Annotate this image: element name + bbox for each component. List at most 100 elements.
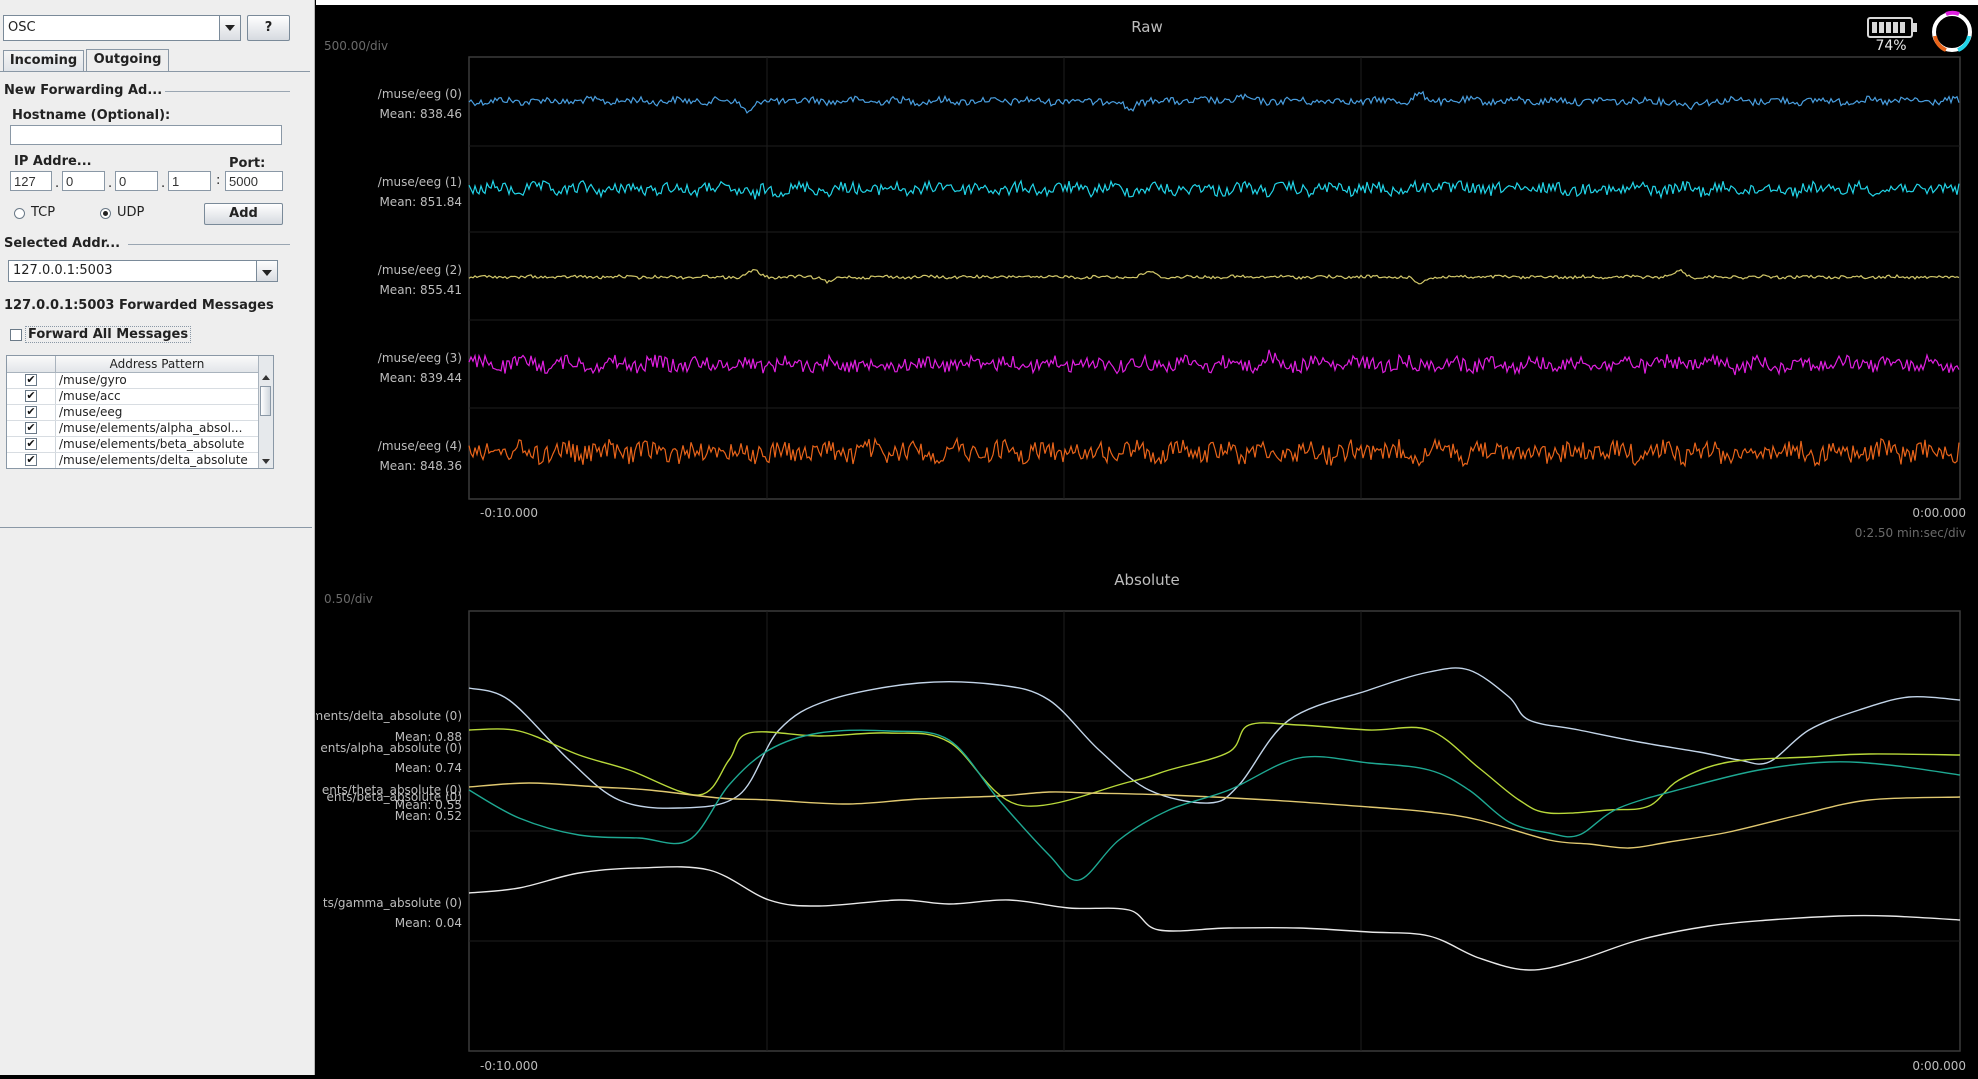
- chevron-down-icon[interactable]: [219, 16, 240, 40]
- table-cell-check: ✔: [7, 373, 56, 388]
- table-cell-check: ✔: [7, 453, 56, 468]
- udp-radio[interactable]: [100, 208, 111, 219]
- selected-address-title: Selected Addr...: [4, 236, 121, 251]
- raw-series-line: [468, 178, 1960, 200]
- absolute-series-mean: Mean: 0.52: [395, 809, 462, 823]
- raw-series-line: [468, 90, 1960, 114]
- tab-incoming[interactable]: Incoming: [3, 50, 84, 72]
- scroll-thumb[interactable]: [260, 386, 271, 416]
- absolute-series-name: ents/alpha_absolute (0): [320, 741, 462, 755]
- raw-channel-mean: Mean: 855.41: [379, 283, 462, 297]
- battery-percent: 74%: [1875, 38, 1906, 54]
- battery-icon: [1867, 17, 1917, 38]
- address-pattern-table: Address Pattern ✔ /muse/gyro ✔ /muse/acc ✔ /m…: [6, 355, 274, 469]
- tcp-radio[interactable]: [14, 208, 25, 219]
- absolute-series-mean: Mean: 0.74: [395, 761, 462, 775]
- port-label: Port:: [229, 156, 266, 171]
- absolute-x-end: 0:00.000: [1912, 1059, 1966, 1073]
- raw-channel-mean: Mean: 838.46: [379, 107, 462, 121]
- protocol-select-value: OSC: [8, 20, 36, 35]
- ip-octet-2-input[interactable]: [62, 171, 105, 191]
- row-checkbox[interactable]: ✔: [25, 454, 37, 466]
- ip-dot: .: [161, 176, 166, 191]
- hostname-input[interactable]: [10, 125, 282, 145]
- absolute-x-start: -0:10.000: [480, 1059, 538, 1073]
- raw-series-line: [468, 436, 1960, 468]
- table-row[interactable]: ✔ /muse/gyro: [7, 373, 259, 389]
- raw-channel-name: /muse/eeg (1): [378, 175, 462, 189]
- absolute-series-mean: Mean: 0.04: [395, 916, 462, 930]
- help-button[interactable]: ?: [247, 15, 290, 41]
- selected-address-select[interactable]: 127.0.0.1:5003: [8, 260, 278, 282]
- ip-octet-1-input[interactable]: [10, 171, 52, 191]
- tcp-label: TCP: [31, 205, 56, 220]
- port-colon: :: [216, 173, 221, 188]
- raw-channel-labels: /muse/eeg (0) Mean: 838.46/muse/eeg (1) Me…: [378, 87, 462, 473]
- scroll-up-icon[interactable]: [260, 372, 272, 384]
- panel-divider: [0, 527, 312, 528]
- ip-octet-4-input[interactable]: [168, 171, 211, 191]
- absolute-series-line: [468, 866, 1961, 971]
- absolute-title: Absolute: [1114, 571, 1180, 589]
- row-checkbox[interactable]: ✔: [25, 406, 37, 418]
- raw-channel-mean: Mean: 839.44: [379, 371, 462, 385]
- left-panel: OSC ? Incoming Outgoing New Forwarding A…: [0, 0, 315, 1075]
- address-pattern-cell: /muse/elements/alpha_absol...: [59, 421, 243, 435]
- raw-channel-mean: Mean: 848.36: [379, 459, 462, 473]
- table-cell-check: ✔: [7, 421, 56, 436]
- headset-status-icon: [1932, 10, 1972, 52]
- selected-address-value: 127.0.0.1:5003: [13, 263, 113, 278]
- row-checkbox[interactable]: ✔: [25, 438, 37, 450]
- tab-outgoing[interactable]: Outgoing: [86, 49, 169, 72]
- address-pattern-cell: /muse/elements/delta_absolute: [59, 453, 248, 467]
- add-button[interactable]: Add: [204, 203, 283, 225]
- absolute-series: [468, 667, 1961, 971]
- address-pattern-cell: /muse/eeg: [59, 405, 123, 419]
- udp-label: UDP: [117, 205, 145, 220]
- table-row[interactable]: ✔ /muse/elements/alpha_absol...: [7, 421, 259, 437]
- raw-series-line: [468, 349, 1960, 376]
- new-forwarding-title: New Forwarding Ad...: [4, 83, 163, 98]
- raw-series: [468, 90, 1960, 468]
- absolute-series-line: [468, 667, 1961, 809]
- raw-scale: 500.00/div: [324, 39, 388, 53]
- chevron-down-icon[interactable]: [256, 261, 277, 281]
- forwarded-messages-label: 127.0.0.1:5003 Forwarded Messages: [4, 298, 274, 313]
- ip-dot: .: [108, 176, 113, 191]
- protocol-select[interactable]: OSC: [3, 15, 241, 41]
- row-checkbox[interactable]: ✔: [25, 390, 37, 402]
- scroll-down-icon[interactable]: [260, 455, 272, 467]
- row-checkbox[interactable]: ✔: [25, 374, 37, 386]
- table-row[interactable]: ✔ /muse/acc: [7, 389, 259, 405]
- raw-channel-name: /muse/eeg (0): [378, 87, 462, 101]
- table-cell-check: ✔: [7, 437, 56, 452]
- forward-all-checkbox[interactable]: [10, 329, 22, 341]
- table-row[interactable]: ✔ /muse/eeg: [7, 405, 259, 421]
- address-pattern-cell: /muse/gyro: [59, 373, 127, 387]
- section-divider: [128, 244, 290, 245]
- plot-area: 74% Raw 500.00/div /muse/eeg (0) Mean: 83…: [293, 0, 1978, 1075]
- raw-channel-name: /muse/eeg (4): [378, 439, 462, 453]
- raw-x-start: -0:10.000: [480, 506, 538, 520]
- absolute-labels: elements/delta_absolute (0)Mean: 0.88ent…: [293, 709, 462, 930]
- forward-all-label[interactable]: Forward All Messages: [25, 326, 192, 343]
- absolute-series-name: elements/delta_absolute (0): [316, 709, 462, 723]
- raw-time-scale: 0:2.50 min:sec/div: [1855, 526, 1966, 540]
- raw-channel-mean: Mean: 851.84: [379, 195, 462, 209]
- ip-dot: .: [55, 176, 60, 191]
- address-pattern-cell: /muse/acc: [59, 389, 121, 403]
- table-row[interactable]: ✔ /muse/elements/delta_absolute: [7, 453, 259, 468]
- port-input[interactable]: [225, 171, 283, 191]
- ip-octet-3-input[interactable]: [115, 171, 158, 191]
- table-scrollbar[interactable]: [258, 356, 273, 468]
- raw-series-line: [468, 268, 1960, 285]
- absolute-series-name: ts/gamma_absolute (0): [323, 896, 462, 910]
- plots-svg: 74% Raw 500.00/div /muse/eeg (0) Mean: 83…: [293, 10, 1972, 1073]
- top-bar: [316, 0, 1978, 5]
- absolute-series-name: ents/beta_absolute (0): [327, 790, 462, 804]
- table-cell-check: ✔: [7, 405, 56, 420]
- table-row[interactable]: ✔ /muse/elements/beta_absolute: [7, 437, 259, 453]
- row-checkbox[interactable]: ✔: [25, 422, 37, 434]
- table-header-address-pattern[interactable]: Address Pattern: [56, 356, 259, 373]
- raw-channel-name: /muse/eeg (2): [378, 263, 462, 277]
